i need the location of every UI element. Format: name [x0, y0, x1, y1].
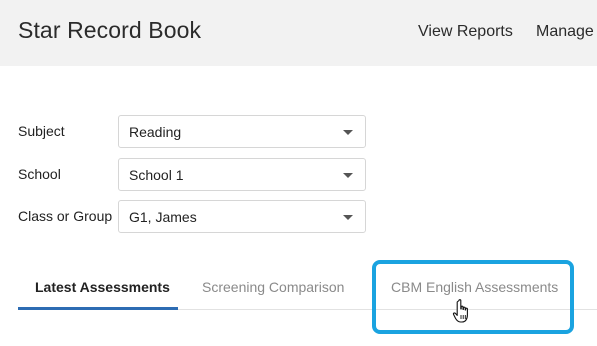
tab-label: Latest Assessments — [35, 279, 170, 295]
nav-manage[interactable]: Manage — [536, 23, 594, 41]
school-label: School — [18, 166, 61, 182]
app-title: Star Record Book — [18, 17, 202, 43]
subject-filter-row: Subject Reading — [0, 115, 597, 149]
school-filter-row: School School 1 — [0, 158, 597, 192]
caret-down-icon — [343, 173, 353, 178]
caret-down-icon — [343, 215, 353, 220]
nav-view-reports[interactable]: View Reports — [418, 23, 513, 41]
subject-label: Subject — [18, 123, 65, 139]
tab-latest-assessments[interactable]: Latest Assessments — [18, 264, 178, 310]
subject-select[interactable]: Reading — [118, 115, 366, 148]
class-filter-row: Class or Group G1, James — [0, 200, 597, 234]
school-select-value: School 1 — [129, 167, 184, 183]
tab-label: Screening Comparison — [202, 279, 345, 295]
app-header: Star Record Book View Reports Manage — [0, 0, 597, 66]
class-or-group-select-value: G1, James — [129, 209, 197, 225]
class-or-group-select[interactable]: G1, James — [118, 200, 366, 233]
school-select[interactable]: School 1 — [118, 158, 366, 191]
hand-pointer-cursor-icon — [452, 299, 468, 323]
subject-select-value: Reading — [129, 124, 182, 140]
class-or-group-label: Class or Group — [18, 208, 113, 224]
caret-down-icon — [343, 130, 353, 135]
active-tab-indicator — [18, 307, 178, 310]
